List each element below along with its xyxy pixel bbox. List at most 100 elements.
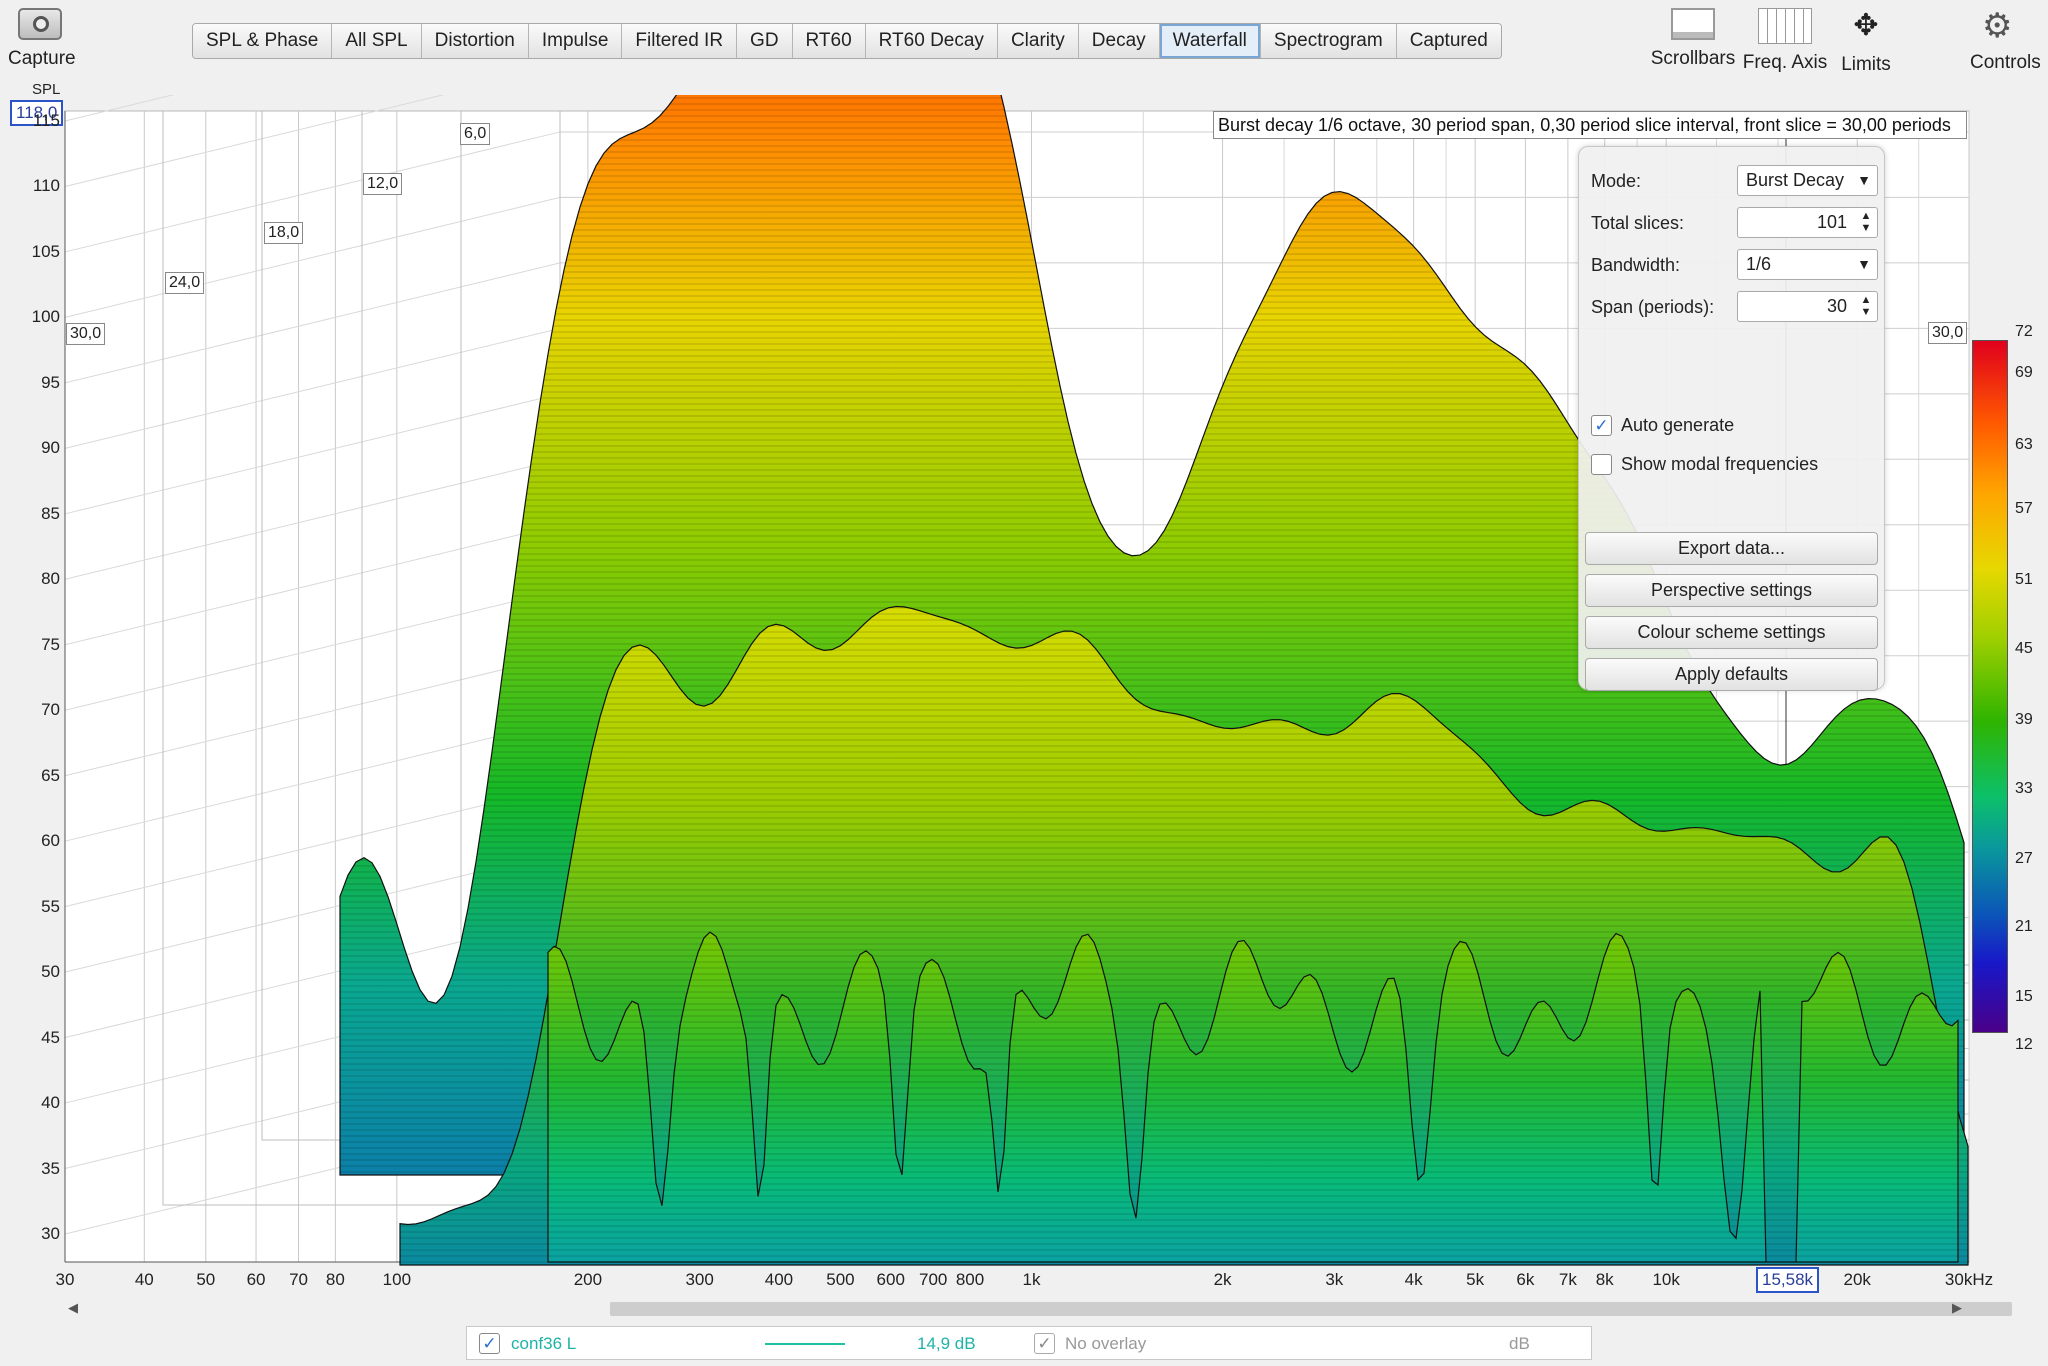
waterfall-controls-panel: Mode: Burst Decay ▼ Total slices: 101 ▲ ▼…	[1578, 146, 1885, 691]
spinner-arrows-icon[interactable]: ▲ ▼	[1859, 294, 1873, 318]
y-tick-label: 110	[32, 176, 60, 196]
bandwidth-select[interactable]: 1/6 ▼	[1737, 249, 1878, 280]
checkbox-empty-icon[interactable]	[1591, 454, 1612, 475]
y-tick-label: 85	[41, 503, 60, 523]
y-tick-label: 50	[41, 962, 60, 982]
x-tick-label: 500	[826, 1270, 855, 1289]
y-tick-label: 40	[41, 1093, 60, 1113]
mode-select[interactable]: Burst Decay ▼	[1737, 165, 1878, 196]
period-tick-label: 18,0	[264, 222, 304, 244]
scroll-right-icon[interactable]: ▶	[1952, 1300, 1962, 1316]
checkmark-icon[interactable]: ✓	[479, 1333, 500, 1354]
measurement-legend: ✓ conf36 L 14,9 dB ✓ No overlay dB	[466, 1326, 1592, 1360]
y-tick-label: 90	[41, 438, 60, 458]
apply-defaults-button[interactable]: Apply defaults	[1585, 658, 1878, 691]
x-tick-label: 7k	[1558, 1270, 1577, 1289]
show-modal-checkbox[interactable]: Show modal frequencies	[1591, 454, 1818, 475]
x-tick-label: 50	[196, 1270, 216, 1289]
tab-waterfall[interactable]: Waterfall	[1159, 24, 1261, 58]
trace-colour-swatch	[765, 1343, 845, 1345]
right-period-box: 30,0	[1928, 322, 1968, 344]
colour-scale-label: 27	[2015, 850, 2033, 867]
limits-button[interactable]: ✥ Limits	[1834, 6, 1898, 76]
x-tick-label: 2k	[1213, 1270, 1232, 1289]
controls-button[interactable]: ⚙ Controls	[1970, 6, 2048, 74]
checkmark-icon[interactable]: ✓	[1591, 415, 1612, 436]
tab-all-spl[interactable]: All SPL	[332, 24, 422, 58]
slices-spinner[interactable]: 101 ▲ ▼	[1737, 207, 1878, 238]
colour-scheme-settings-button[interactable]: Colour scheme settings	[1585, 616, 1878, 649]
capture-button[interactable]: Capture	[8, 8, 76, 70]
chevron-down-icon: ▼	[1857, 256, 1871, 272]
y-tick-label: 105	[31, 241, 60, 261]
x-tick-label: 200	[573, 1270, 603, 1289]
tab-distortion[interactable]: Distortion	[421, 24, 529, 58]
auto-generate-checkbox[interactable]: ✓ Auto generate	[1591, 415, 1734, 436]
y-tick-label: 75	[41, 634, 60, 654]
colour-scale-label: 51	[2015, 571, 2033, 588]
x-tick-label: 3k	[1325, 1270, 1344, 1289]
scroll-left-icon[interactable]: ◀	[68, 1300, 78, 1316]
tab-rt60[interactable]: RT60	[792, 24, 866, 58]
colour-scale-label: 57	[2015, 500, 2033, 517]
colour-scale-label: 72	[2015, 323, 2033, 340]
spinner-arrows-icon[interactable]: ▲ ▼	[1859, 210, 1873, 234]
x-tick-label: 10k	[1652, 1270, 1680, 1289]
horizontal-scrollbar[interactable]: ◀ ▶	[62, 1300, 2012, 1318]
x-tick-label: 800	[955, 1270, 985, 1289]
colour-scale-label: 12	[2015, 1036, 2033, 1053]
period-tick-label: 12,0	[363, 173, 403, 195]
x-tick-label: 70	[289, 1270, 308, 1289]
export-data-button[interactable]: Export data...	[1585, 532, 1878, 565]
period-tick-label: 30,0	[66, 323, 106, 345]
tab-captured[interactable]: Captured	[1396, 24, 1501, 58]
x-tick-label: 1k	[1022, 1270, 1041, 1289]
x-tick-label: 5k	[1466, 1270, 1485, 1289]
slices-label: Total slices:	[1591, 213, 1685, 233]
y-tick-label: 65	[41, 765, 60, 785]
colour-scale	[1972, 340, 2008, 1033]
tab-filtered-ir[interactable]: Filtered IR	[622, 24, 738, 58]
y-tick-label: 45	[41, 1027, 60, 1047]
colour-scale-label: 63	[2015, 436, 2033, 453]
colour-scale-label: 69	[2015, 364, 2033, 381]
freq-axis-icon	[1758, 8, 1812, 44]
tab-spectrogram[interactable]: Spectrogram	[1260, 24, 1397, 58]
colour-scale-label: 33	[2015, 780, 2033, 797]
x-tick-label: 20k	[1843, 1270, 1871, 1289]
cursor-frequency-box[interactable]: 15,58k	[1756, 1267, 1820, 1293]
x-tick-label: 30kHz	[1944, 1270, 1994, 1289]
tab-rt60-decay[interactable]: RT60 Decay	[865, 24, 998, 58]
colour-scale-label: 21	[2015, 918, 2033, 935]
x-tick-label: 80	[325, 1270, 345, 1289]
y-tick-label: 115	[32, 111, 60, 130]
tab-impulse[interactable]: Impulse	[528, 24, 623, 58]
y-tick-label: 60	[41, 831, 60, 851]
y-tick-label: 35	[41, 1158, 60, 1178]
x-tick-label: 700	[919, 1270, 948, 1289]
overlay-checkmark-icon[interactable]: ✓	[1034, 1333, 1055, 1354]
span-label: Span (periods):	[1591, 297, 1715, 317]
bandwidth-label: Bandwidth:	[1591, 255, 1681, 275]
overlay-label: No overlay	[1065, 1334, 1147, 1353]
tab-gd[interactable]: GD	[737, 24, 793, 58]
colour-scale-label: 39	[2015, 711, 2033, 728]
scrollbar-thumb[interactable]	[610, 1302, 2012, 1316]
tab-decay[interactable]: Decay	[1078, 24, 1160, 58]
period-tick-label: 6,0	[460, 123, 491, 145]
tab-clarity[interactable]: Clarity	[997, 24, 1079, 58]
colour-scale-label: 45	[2015, 640, 2033, 657]
measurement-name[interactable]: conf36 L	[511, 1327, 576, 1360]
camera-icon	[18, 8, 62, 40]
perspective-settings-button[interactable]: Perspective settings	[1585, 574, 1878, 607]
freq-axis-button[interactable]: Freq. Axis	[1740, 8, 1830, 74]
y-tick-label: 95	[41, 372, 60, 392]
mode-label: Mode:	[1591, 171, 1642, 191]
unit-label: dB	[1509, 1334, 1530, 1353]
x-tick-label: 60	[246, 1270, 266, 1289]
y-tick-label: 100	[31, 307, 60, 327]
span-spinner[interactable]: 30 ▲ ▼	[1737, 291, 1878, 322]
scrollbars-button[interactable]: Scrollbars	[1650, 8, 1736, 70]
tab-spl-phase[interactable]: SPL & Phase	[193, 24, 333, 58]
view-tabs: SPL & Phase All SPL Distortion Impulse Filte…	[192, 23, 1502, 59]
